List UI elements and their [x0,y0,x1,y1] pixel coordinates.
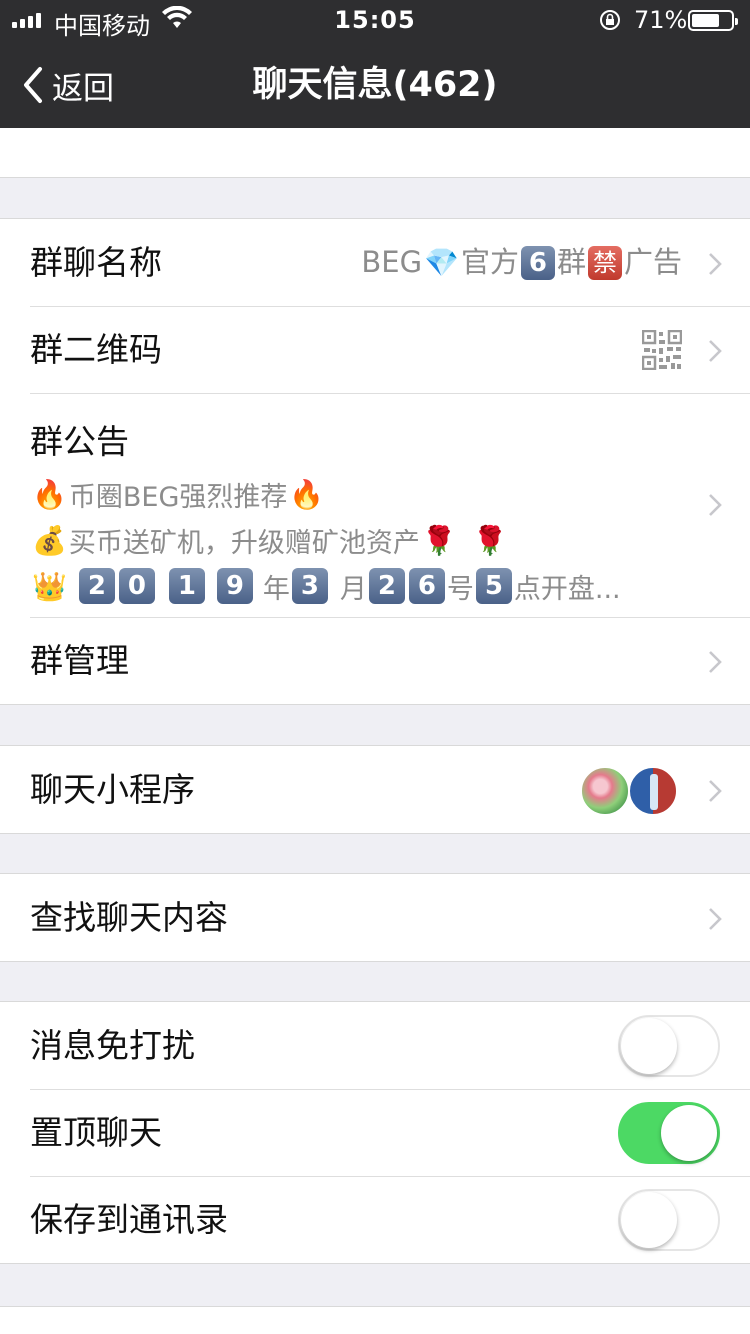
chevron-right-icon [709,494,722,516]
next-section-partial [0,1306,750,1334]
save-contacts-row: 保存到通讯录 [0,1176,750,1263]
month-text: 月 [339,573,367,605]
search-chat-row[interactable]: 查找聊天内容 [0,874,750,961]
gem-icon: 💎 [424,246,459,279]
mini-program-section: 聊天小程序 [0,745,750,834]
mini-program-avatar-1 [580,766,630,816]
group-name-prefix: BEG [361,245,423,279]
battery-percent: 71% [634,6,688,34]
battery-icon [688,10,738,31]
pin-toggle[interactable] [618,1102,720,1164]
digit-badge: 3 [291,568,328,604]
chevron-right-icon [709,253,722,275]
save-contacts-label: 保存到通讯录 [30,1200,228,1239]
crown-icon: 👑 [32,569,67,603]
settings-section: 消息免打扰 置顶聊天 保存到通讯录 [0,1001,750,1264]
rotation-lock-icon [600,10,620,30]
qr-code-label: 群二维码 [30,330,162,369]
fire-icon: 🔥 [289,477,325,511]
mute-row: 消息免打扰 [0,1002,750,1089]
status-bar: 中国移动 15:05 71% [0,0,750,40]
mute-toggle[interactable] [618,1015,720,1077]
rose-icon: 🌹 [421,523,457,557]
announcement-line-2: 💰 买币送矿机，升级赠矿池资产 🌹 🌹 [30,517,670,563]
number-badge: 6 [520,245,555,280]
announcement-text-2: 买币送矿机，升级赠矿池资产 [68,527,420,559]
group-name-label: 群聊名称 [30,243,162,282]
mini-program-avatars [580,766,680,816]
digit-badge: 5 [475,568,512,604]
announcement-line-3: 👑 2 0 1 9 年 3 月 2 6 号 5 点开盘... [30,563,670,609]
chevron-right-icon [709,651,722,673]
ban-badge: 禁 [587,245,622,280]
rose-icon: 🌹 [472,523,508,557]
group-name-row[interactable]: 群聊名称 BEG 💎 官方 6 群 禁 广告 [0,219,750,306]
announcement-line-1: 🔥 币圈BEG强烈推荐 🔥 [30,471,670,517]
announcement-text-1: 币圈BEG强烈推荐 [68,481,288,513]
mini-program-avatar-2 [628,766,678,816]
chevron-right-icon [709,908,722,930]
group-manage-row[interactable]: 群管理 [0,617,750,704]
digit-badge: 6 [408,568,445,604]
digit-badge: 2 [368,568,405,604]
digit-badge: 9 [216,568,253,604]
money-bag-icon: 💰 [32,523,67,557]
group-info-section: 群聊名称 BEG 💎 官方 6 群 禁 广告 群二维码 群公告 🔥 币圈BEG强… [0,218,750,705]
group-name-mid: 官方 [460,245,519,279]
qr-code-icon [642,330,682,370]
fire-icon: 🔥 [32,477,67,511]
search-section: 查找聊天内容 [0,873,750,962]
chevron-right-icon [709,340,722,362]
mute-label: 消息免打扰 [30,1026,195,1065]
day-text: 号 [446,573,474,605]
announcement-label: 群公告 [30,422,129,461]
group-manage-label: 群管理 [30,641,129,680]
digit-badge: 0 [118,568,155,604]
qr-code-row[interactable]: 群二维码 [0,306,750,393]
mini-programs-label: 聊天小程序 [30,770,195,809]
year-text: 年 [262,573,290,605]
group-name-group: 群 [556,245,586,279]
digit-badge: 1 [168,568,205,604]
members-area [0,128,750,178]
page-title: 聊天信息(462) [252,65,498,105]
digit-badge: 2 [78,568,115,604]
save-contacts-toggle[interactable] [618,1189,720,1251]
announcement-tail: 点开盘... [513,573,621,605]
top-bar: 中国移动 15:05 71% 返回 聊天信息(462) [0,0,750,128]
announcement-content: 🔥 币圈BEG强烈推荐 🔥 💰 买币送矿机，升级赠矿池资产 🌹 🌹 👑 2 0 … [30,471,670,609]
mini-programs-row[interactable]: 聊天小程序 [0,746,750,833]
pin-row: 置顶聊天 [0,1089,750,1176]
chevron-right-icon [709,780,722,802]
search-chat-label: 查找聊天内容 [30,898,228,937]
group-name-value: BEG 💎 官方 6 群 禁 广告 [361,219,682,306]
group-name-suffix: 广告 [623,245,682,279]
announcement-row[interactable]: 群公告 🔥 币圈BEG强烈推荐 🔥 💰 买币送矿机，升级赠矿池资产 🌹 🌹 👑 … [0,393,750,617]
pin-label: 置顶聊天 [30,1113,162,1152]
